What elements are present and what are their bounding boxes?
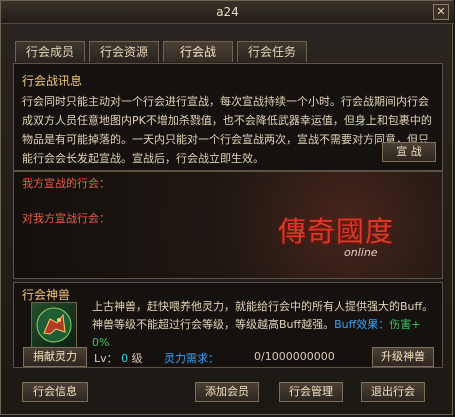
tab-guild-tasks[interactable]: 行会任务 xyxy=(237,41,307,62)
guild-war-status-panel: 我方宣战的行会： 对我方宣战行会： 傳奇國度 online xyxy=(13,171,443,279)
spirit-label: 灵力需求： xyxy=(164,352,219,365)
level-unit: 级 xyxy=(131,352,143,365)
guild-beast-panel: 行会神兽 上古神兽，赶快喂养他灵力，就能给行会中的所有人提供强大的Buff。 神… xyxy=(13,282,443,368)
close-icon[interactable]: ✕ xyxy=(433,4,449,20)
upgrade-beast-button[interactable]: 升级神兽 xyxy=(372,347,434,367)
add-member-button[interactable]: 添加会员 xyxy=(195,382,259,402)
beast-level: Lv： 0 级 xyxy=(94,350,143,366)
guild-info-button[interactable]: 行会信息 xyxy=(22,382,88,402)
guild-beast-title: 行会神兽 xyxy=(22,288,71,302)
guild-window: a24 ✕ 行会成员 行会资源 行会战 行会任务 行会战讯息 行会同时只能主动对… xyxy=(0,0,454,415)
tab-members[interactable]: 行会成员 xyxy=(15,41,85,62)
leave-guild-button[interactable]: 退出行会 xyxy=(361,382,425,402)
guild-war-info-text: 行会同时只能主动对一个行会进行宣战，每次宣战持续一个小时。行会战期间内行会成双方… xyxy=(22,95,432,165)
game-logo: 傳奇國度 online xyxy=(272,206,422,272)
guild-war-info-panel: 行会战讯息 行会同时只能主动对一个行会进行宣战，每次宣战持续一个小时。行会战期间… xyxy=(13,63,443,171)
level-value: 0 xyxy=(121,352,129,365)
buff-label: Buff效果： xyxy=(334,318,390,331)
our-declared-label: 我方宣战的行会： xyxy=(22,177,110,190)
donate-spirit-button[interactable]: 捐献灵力 xyxy=(23,347,87,367)
spirit-label-wrap: 灵力需求： xyxy=(164,350,219,366)
guild-tabs: 行会成员 行会资源 行会战 行会任务 xyxy=(15,41,307,62)
beast-description-line1: 上古神兽，赶快喂养他灵力，就能给行会中的所有人提供强大的Buff。 xyxy=(92,300,434,313)
declare-war-button[interactable]: 宣 战 xyxy=(382,142,436,162)
window-title: a24 xyxy=(216,5,239,19)
window-titlebar: a24 ✕ xyxy=(1,1,454,24)
beast-icon xyxy=(31,302,77,348)
beast-description-prefix: 神兽等级不能超过行会等级，等级越高Buff越强。 xyxy=(92,318,335,331)
spirit-value: 0/1000000000 xyxy=(254,350,335,363)
beast-description: 上古神兽，赶快喂养他灵力，就能给行会中的所有人提供强大的Buff。 神兽等级不能… xyxy=(92,298,436,352)
tab-guild-war[interactable]: 行会战 xyxy=(163,41,233,62)
declared-us-label: 对我方宣战行会： xyxy=(22,212,110,225)
guild-manage-button[interactable]: 行会管理 xyxy=(279,382,343,402)
level-label: Lv： xyxy=(94,352,118,365)
logo-main-text: 傳奇國度 xyxy=(278,215,395,248)
guild-war-info-title: 行会战讯息 xyxy=(22,74,83,88)
logo-sub-text: online xyxy=(344,246,378,259)
tab-resources[interactable]: 行会资源 xyxy=(89,41,159,62)
